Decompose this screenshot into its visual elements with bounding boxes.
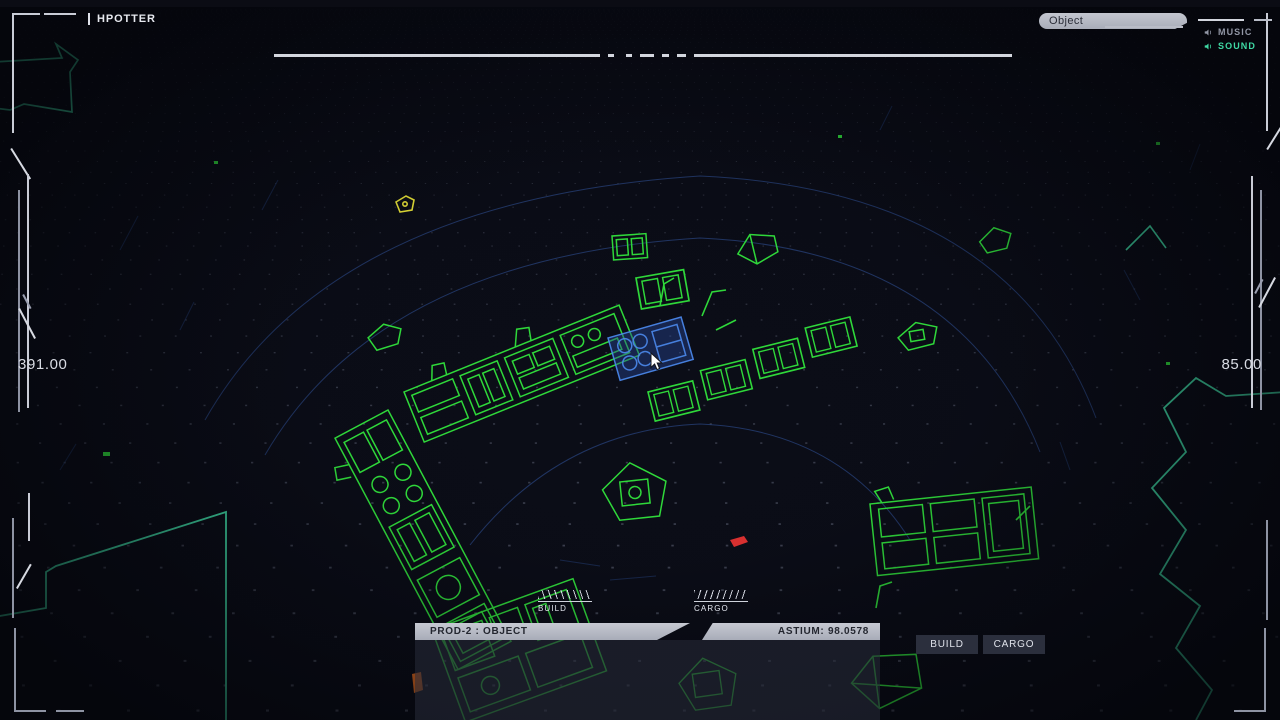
hud-right-vertical-bottom: [1266, 520, 1268, 620]
hud-left-vertical-bottom2: [28, 493, 30, 541]
marker-dots: [103, 135, 1170, 456]
status-bar: PROD-2 : OBJECT ASTIUM: 98.0578: [415, 623, 880, 640]
music-toggle-label: MUSIC: [1217, 27, 1253, 37]
world-label-cargo-text: CARGO: [694, 604, 729, 613]
world-label-build-baseline: [538, 601, 592, 602]
timeline-dash-4: [662, 54, 669, 57]
game-screen: HPOTTER Object MUSIC SOUND 391.00 85.00 …: [0, 0, 1280, 720]
terrain-outline-right: [1150, 376, 1280, 720]
player-tag-bar: [88, 13, 90, 25]
status-right-text: ASTIUM: 98.0578: [777, 626, 869, 637]
hud-topright-tick-long: [1198, 19, 1244, 21]
object-selector-label: Object: [1049, 15, 1084, 27]
object-selector-underline: [1105, 26, 1183, 28]
music-toggle[interactable]: MUSIC: [1204, 27, 1256, 37]
timeline-dash-1: [608, 54, 614, 57]
arrow-cursor: [650, 351, 664, 371]
hud-topright-tick-short: [1254, 19, 1272, 21]
audio-toggle-group: MUSIC SOUND: [1204, 27, 1256, 51]
sound-toggle[interactable]: SOUND: [1204, 41, 1256, 51]
timeline-left-segment: [274, 54, 600, 57]
speaker-icon: [1204, 28, 1213, 37]
hud-left-vertical-foot: [14, 628, 16, 712]
terrain-outline-bottomleft: [0, 510, 227, 720]
timeline-dash-2: [626, 54, 632, 57]
hud-left-horizontal-top: [12, 13, 40, 15]
build-button[interactable]: BUILD: [916, 635, 978, 654]
speaker-icon: [1204, 42, 1213, 51]
dot-grid-svg: [0, 9, 1280, 712]
marker-yellow: [395, 195, 415, 213]
world-label-build-text: BUILD: [538, 604, 568, 613]
screen-vignette: [0, 0, 1280, 720]
world-label-cargo-baseline: [694, 601, 748, 602]
game-world-viewport[interactable]: [0, 0, 1280, 720]
status-bar-right: ASTIUM: 98.0578: [702, 623, 880, 640]
bottom-info-panel: [415, 640, 880, 720]
timeline-right-segment: [694, 54, 1012, 57]
status-left-text: PROD-2 : OBJECT: [430, 626, 528, 637]
hud-top-strip: [0, 0, 1280, 7]
world-label-build[interactable]: BUILD: [538, 590, 592, 613]
hud-left-tick-a: [44, 13, 76, 15]
terrain-outline-topright: [1125, 224, 1167, 251]
player-name-tag: HPOTTER: [88, 13, 156, 25]
sound-toggle-label: SOUND: [1217, 41, 1256, 51]
timeline-dash-3: [640, 54, 654, 57]
marker-red: [730, 536, 748, 547]
cargo-button[interactable]: CARGO: [983, 635, 1045, 654]
readout-right-value: 85.00: [1221, 356, 1262, 373]
hud-right-vertical-foot: [1264, 628, 1266, 712]
world-label-build-hatch: [538, 590, 592, 599]
debris-streaks: [59, 105, 1201, 581]
world-label-cargo[interactable]: CARGO: [694, 590, 748, 613]
hud-left-foot-tick: [56, 710, 84, 712]
hud-right-vertical-main: [1251, 176, 1253, 408]
player-name-label: HPOTTER: [97, 13, 156, 25]
hud-left-vertical-lower: [18, 190, 20, 412]
world-vector-layer: [0, 41, 1280, 720]
world-label-cargo-hatch: [694, 590, 748, 599]
hud-right-foot-horizontal: [1234, 710, 1266, 712]
hud-left-vertical-top: [12, 13, 14, 133]
mission-timeline-bar[interactable]: [274, 54, 1012, 57]
action-button-group: BUILD CARGO: [916, 635, 1045, 654]
hud-left-vertical-bottom: [12, 518, 14, 618]
hud-right-vertical-top: [1266, 13, 1268, 131]
hud-left-foot-horizontal: [14, 710, 46, 712]
readout-left-value: 391.00: [18, 356, 68, 373]
status-bar-left: PROD-2 : OBJECT: [415, 623, 690, 640]
timeline-dash-5: [677, 54, 686, 57]
